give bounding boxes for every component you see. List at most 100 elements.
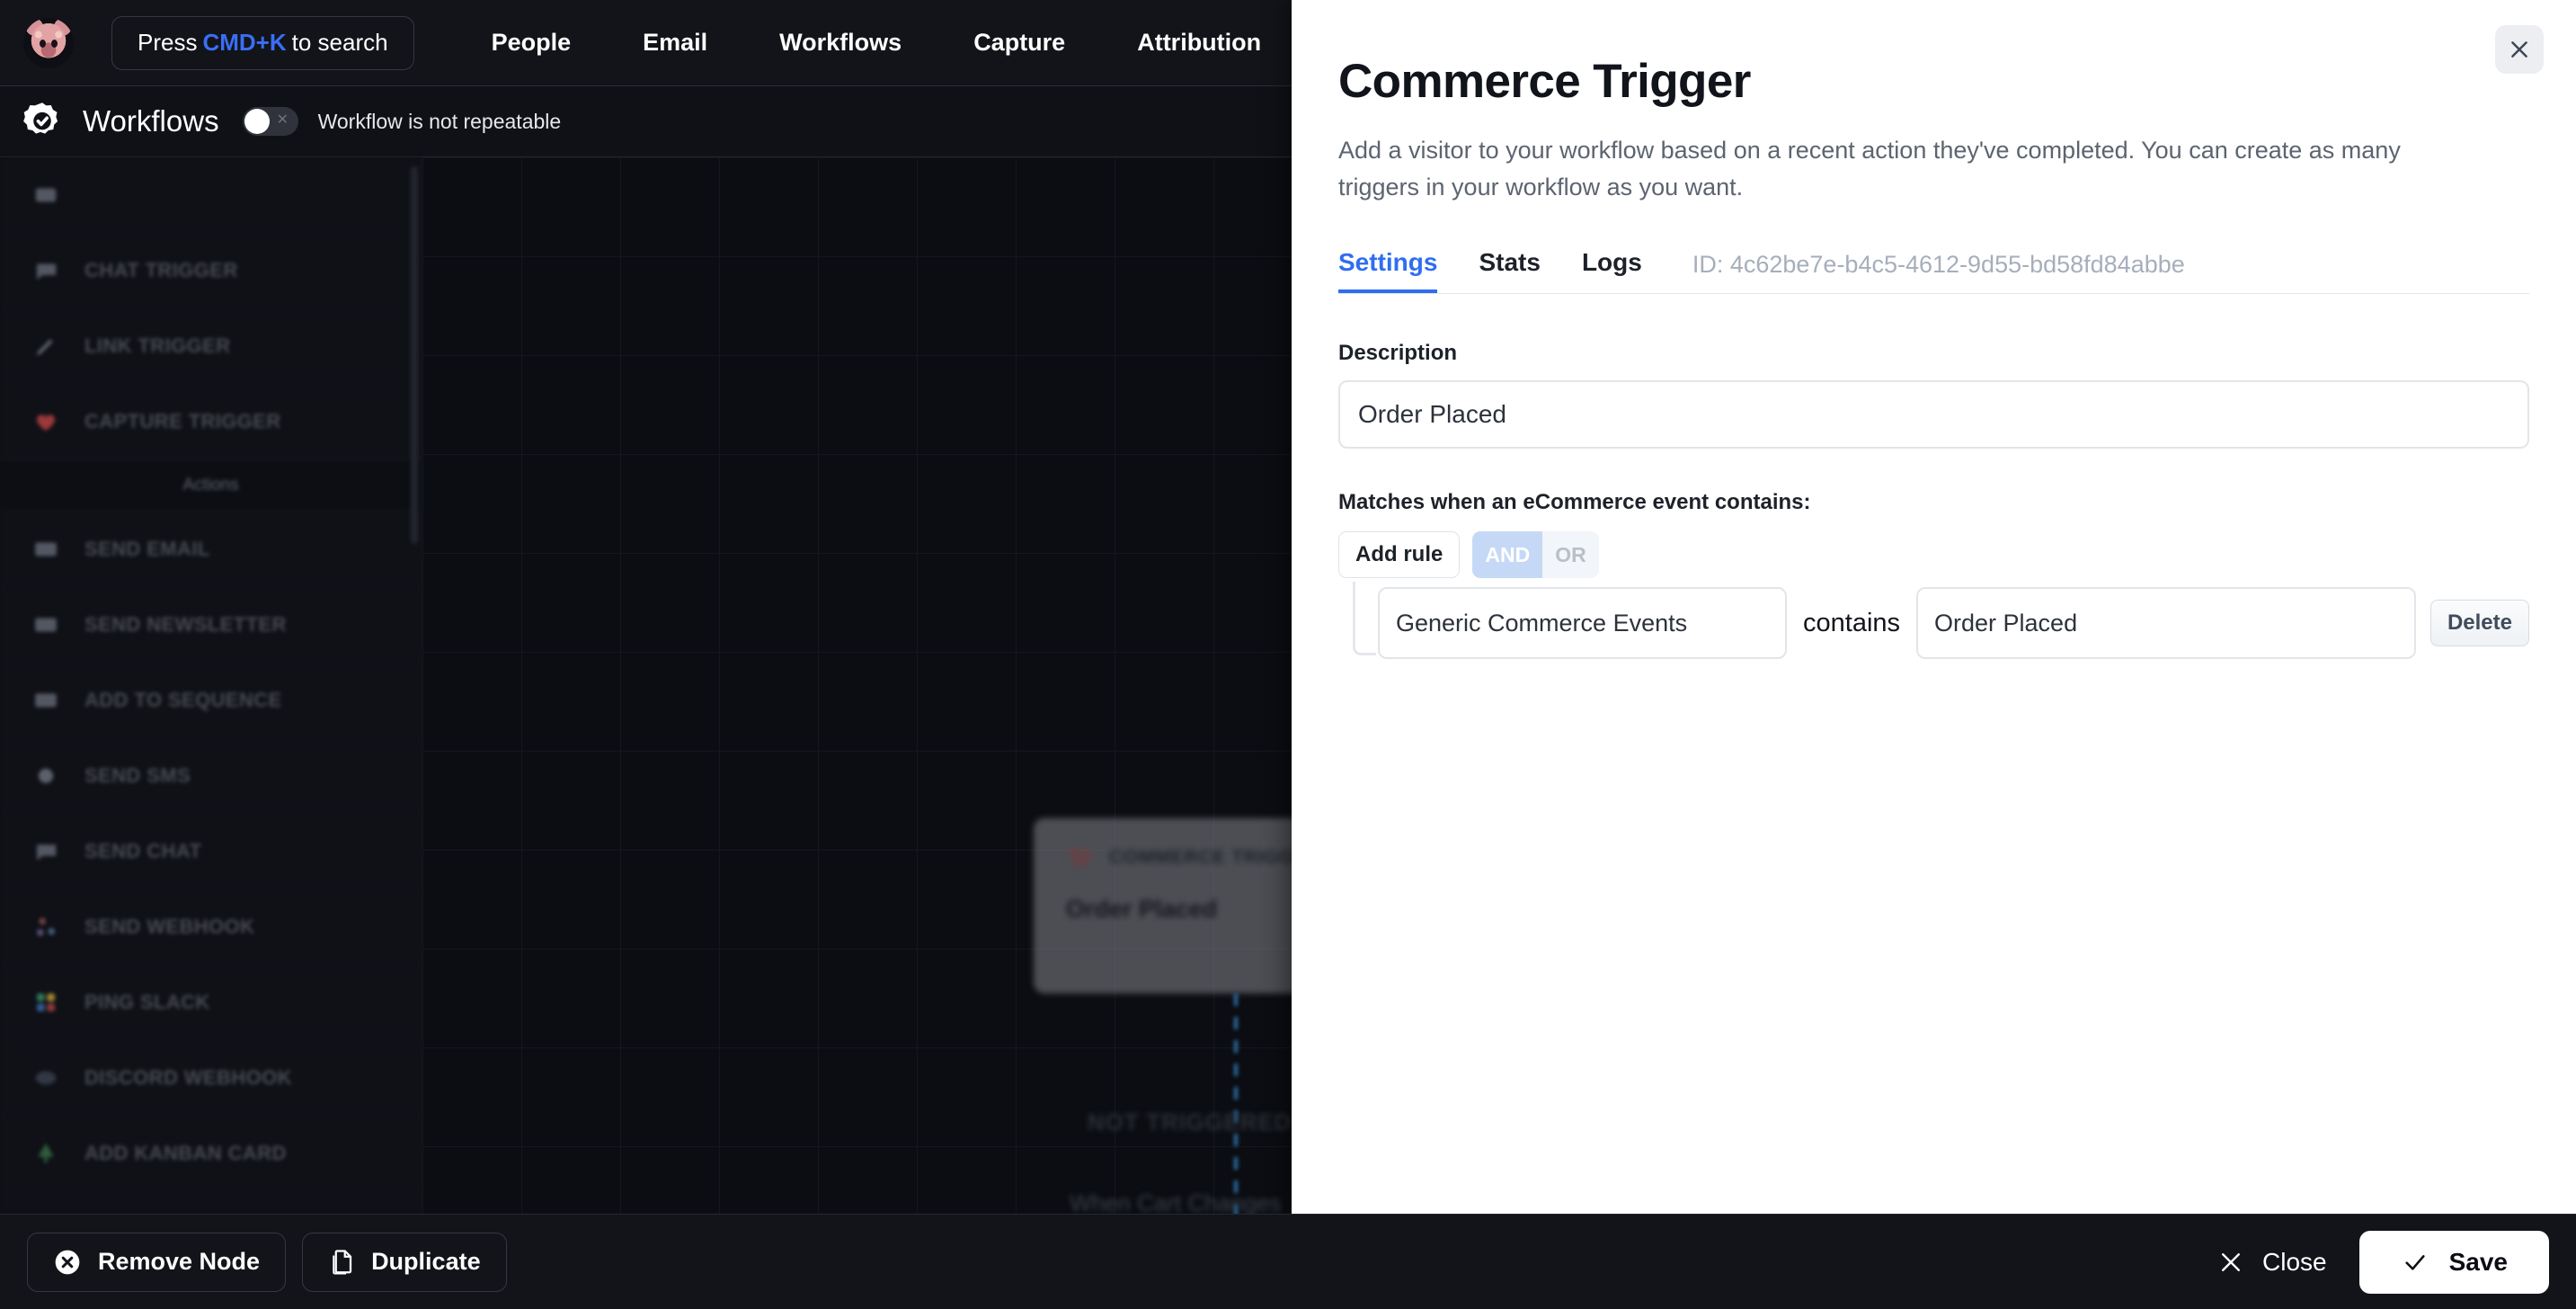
sidebar-item-label: SEND WEBHOOK <box>84 915 254 939</box>
tab-stats[interactable]: Stats <box>1479 248 1540 293</box>
rule-connector-elbow <box>1353 582 1376 655</box>
save-label: Save <box>2449 1248 2508 1277</box>
email-icon <box>31 536 61 563</box>
logic-or-option[interactable]: OR <box>1542 531 1599 578</box>
link-pen-icon <box>31 333 61 360</box>
close-panel-button[interactable]: Close <box>2194 1233 2350 1292</box>
node-edge-connector <box>1234 993 1238 1214</box>
sidebar-item-add-to-sequence[interactable]: ADD TO SEQUENCE <box>0 663 422 738</box>
rule-toolbar: Add rule AND OR <box>1338 531 2529 578</box>
sidebar-section-actions: Actions <box>0 459 422 512</box>
gear-check-icon <box>22 101 63 142</box>
discord-icon <box>31 1064 61 1091</box>
logic-operator-toggle: AND OR <box>1472 531 1598 578</box>
sequence-icon <box>31 687 61 714</box>
nav-links: People Email Workflows Capture Attributi… <box>456 29 1298 57</box>
logic-and-option[interactable]: AND <box>1472 531 1542 578</box>
bottom-bar-right-actions: Close Save <box>2194 1231 2549 1294</box>
sidebar-item-send-chat[interactable]: SEND CHAT <box>0 814 422 889</box>
sidebar-item-label: SEND CHAT <box>84 840 201 863</box>
sidebar-item-send-sms[interactable]: SEND SMS <box>0 738 422 814</box>
panel-title: Commerce Trigger <box>1338 54 2529 109</box>
tab-logs[interactable]: Logs <box>1582 248 1642 293</box>
left-sidebar[interactable]: CHAT TRIGGER LINK TRIGGER CAPTURE TRIGGE… <box>0 157 422 1214</box>
search-label-post: to search <box>292 29 388 57</box>
search-shortcut-kbd: CMD+K <box>197 29 291 57</box>
sidebar-item-label: PING SLACK <box>84 991 210 1014</box>
kanban-icon <box>31 1140 61 1167</box>
description-input[interactable] <box>1338 380 2529 449</box>
description-field-label: Description <box>1338 341 2529 366</box>
trigger-id-text: ID: 4c62be7e-b4c5-4612-9d55-bd58fd84abbe <box>1692 251 2185 293</box>
duplicate-button[interactable]: Duplicate <box>302 1233 507 1292</box>
chat-icon <box>31 838 61 865</box>
nav-item-workflows[interactable]: Workflows <box>743 29 937 57</box>
sidebar-item-label: ADD KANBAN CARD <box>84 1142 287 1165</box>
rule-field-select[interactable] <box>1378 587 1787 659</box>
sidebar-item-send-email[interactable]: SEND EMAIL <box>0 512 422 587</box>
toggle-knob <box>244 109 270 134</box>
rule-list: contains Delete <box>1338 587 2529 659</box>
tab-settings[interactable]: Settings <box>1338 248 1437 293</box>
slack-icon <box>31 989 61 1016</box>
node-type-label: COMMERCE TRIGGER <box>1109 847 1321 868</box>
sidebar-item-discord-webhook[interactable]: DISCORD WEBHOOK <box>0 1040 422 1116</box>
sidebar-item-link-trigger[interactable]: LINK TRIGGER <box>0 308 422 384</box>
sidebar-item-ping-slack[interactable]: PING SLACK <box>0 965 422 1040</box>
sidebar-item-capture-trigger[interactable]: CAPTURE TRIGGER <box>0 384 422 459</box>
sidebar-scrollbar[interactable] <box>411 166 418 544</box>
sidebar-item-label: ADD TO SEQUENCE <box>84 689 282 712</box>
page-title: Workflows <box>83 104 219 138</box>
pig-logo-icon[interactable] <box>23 18 74 68</box>
close-label: Close <box>2262 1248 2327 1277</box>
app-root: Press CMD+K to search People Email Workf… <box>0 0 2576 1309</box>
bookmark-icon <box>31 182 61 209</box>
repeatable-toggle[interactable]: ✕ <box>243 107 298 136</box>
workflow-repeatable-status: Workflow is not repeatable <box>318 110 562 134</box>
nav-item-email[interactable]: Email <box>607 29 743 57</box>
sidebar-item-send-newsletter[interactable]: SEND NEWSLETTER <box>0 587 422 663</box>
add-rule-button[interactable]: Add rule <box>1338 531 1460 578</box>
webhook-icon <box>31 913 61 940</box>
sidebar-item-chat-trigger[interactable]: CHAT TRIGGER <box>0 233 422 308</box>
sidebar-item-label: SEND EMAIL <box>84 538 210 561</box>
rule-operator-label: contains <box>1787 609 1916 638</box>
sidebar-item-label: LINK TRIGGER <box>84 334 230 358</box>
panel-description: Add a visitor to your workflow based on … <box>1338 132 2453 206</box>
save-button[interactable]: Save <box>2359 1231 2549 1294</box>
sidebar-item-label: SEND SMS <box>84 764 191 788</box>
search-trigger[interactable]: Press CMD+K to search <box>111 16 414 70</box>
chat-icon <box>31 257 61 284</box>
sidebar-item-add-kanban-card[interactable]: ADD KANBAN CARD <box>0 1116 422 1191</box>
check-icon <box>2401 1248 2429 1277</box>
toggle-off-icon: ✕ <box>277 113 291 128</box>
rule-value-input[interactable] <box>1916 587 2416 659</box>
sidebar-item-label <box>84 183 91 207</box>
close-x-icon <box>2217 1249 2244 1276</box>
panel-tabs: Settings Stats Logs ID: 4c62be7e-b4c5-46… <box>1338 242 2529 294</box>
nav-item-people[interactable]: People <box>456 29 608 57</box>
remove-node-button[interactable]: Remove Node <box>27 1233 286 1292</box>
node-label-when-cart-changes: When Cart Changes <box>1070 1189 1282 1214</box>
nav-item-attribution[interactable]: Attribution <box>1101 29 1297 57</box>
sms-icon <box>31 762 61 789</box>
bottom-action-bar: Remove Node Duplicate Close Save <box>0 1214 2576 1309</box>
commerce-trigger-panel: Commerce Trigger Add a visitor to your w… <box>1292 0 2576 1214</box>
sidebar-item-label: CAPTURE TRIGGER <box>84 410 281 433</box>
sidebar-item-label: CHAT TRIGGER <box>84 259 238 282</box>
search-label-pre: Press <box>138 29 197 57</box>
heart-icon <box>31 408 61 435</box>
panel-close-button[interactable] <box>2495 25 2544 74</box>
newsletter-icon <box>31 611 61 638</box>
rule-row: contains Delete <box>1378 587 2529 659</box>
close-icon <box>2508 38 2531 61</box>
sidebar-item-send-webhook[interactable]: SEND WEBHOOK <box>0 889 422 965</box>
shopping-cart-icon <box>1066 845 1093 870</box>
duplicate-document-icon <box>328 1247 355 1278</box>
nav-item-capture[interactable]: Capture <box>937 29 1101 57</box>
duplicate-label: Duplicate <box>371 1248 481 1276</box>
sidebar-item-partial-top[interactable] <box>0 157 422 233</box>
rule-delete-button[interactable]: Delete <box>2430 600 2529 646</box>
edge-label-not-triggered: NOT TRIGGERED <box>1088 1109 1292 1136</box>
matches-condition-label: Matches when an eCommerce event contains… <box>1338 490 2529 515</box>
